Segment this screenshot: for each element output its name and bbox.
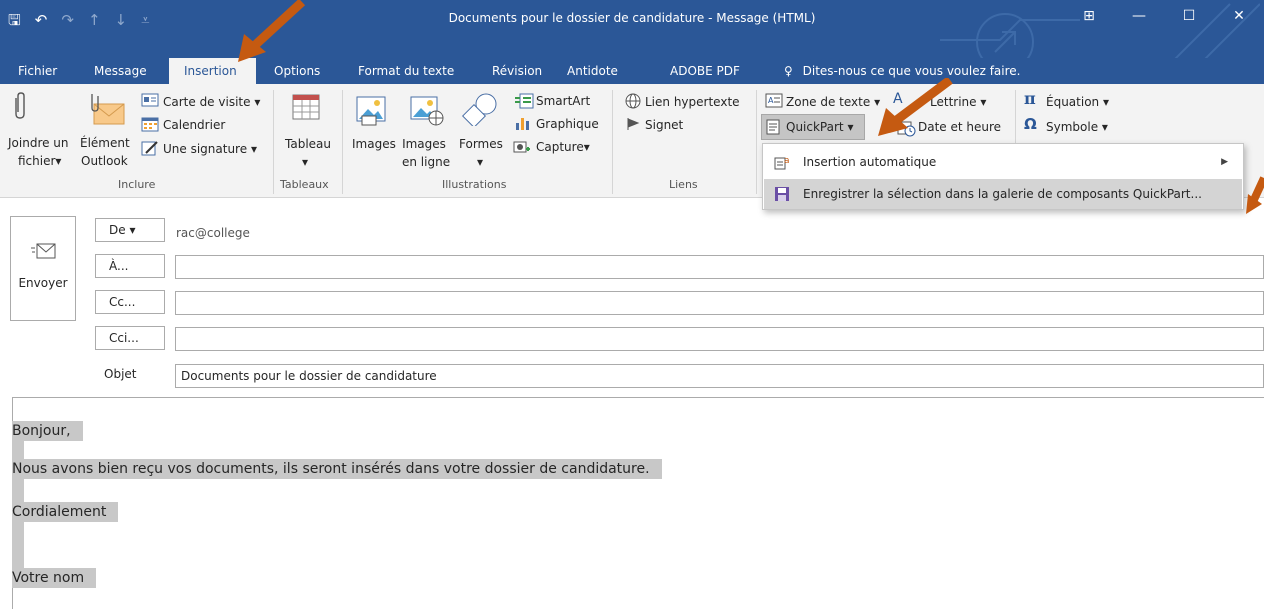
from-value: rac@college [176,226,250,240]
quickpart-button[interactable]: QuickPart ▾ [786,120,853,134]
body-line-greeting: Bonjour, [12,421,83,441]
autotext-icon: a [774,156,790,170]
save-selection-icon [775,187,789,201]
zone-de-texte-button[interactable]: Zone de texte ▾ [786,95,880,109]
chart-icon [516,118,529,130]
selection-gap [12,441,24,459]
send-icon [31,243,56,259]
subject-label: Objet [104,367,137,381]
element-outlook-label[interactable]: Élément [80,136,130,150]
tab-revision[interactable]: Révision [486,58,548,84]
group-separator [756,90,757,194]
element-outlook-label-2[interactable]: Outlook [81,154,128,168]
send-label: Envoyer [18,276,68,290]
annotation-arrow-icon [1246,176,1264,214]
formes-dropdown[interactable]: ▾ [477,155,483,169]
selection-gap [12,479,24,502]
group-separator [612,90,613,194]
symbol-icon: Ω [1024,115,1037,133]
carte-de-visite-button[interactable]: Carte de visite ▾ [163,95,260,109]
tableau-dropdown[interactable]: ▾ [302,155,308,169]
business-card-icon [141,93,159,107]
tab-antidote[interactable]: Antidote [561,58,624,84]
bcc-field[interactable] [175,327,1264,351]
online-images-icon [410,96,444,126]
signature-icon [141,141,158,156]
tab-message[interactable]: Message [88,58,153,84]
joindre-fichier-label[interactable]: Joindre un [8,136,69,150]
menu-item-label: Insertion automatique [803,155,937,169]
submenu-arrow-icon: ▶ [1221,157,1228,167]
group-separator [273,90,274,194]
minimize-button[interactable]: — [1114,0,1164,32]
tableau-button[interactable]: Tableau [285,137,331,151]
tell-me-text: Dites-nous ce que vous voulez faire. [802,64,1021,78]
equation-icon: π [1024,89,1036,108]
maximize-button[interactable]: ☐ [1164,0,1214,32]
annotation-arrow-icon [878,78,953,136]
svg-text:a: a [784,156,790,166]
message-body[interactable] [12,397,1264,609]
selection-gap [12,522,24,568]
shapes-icon [462,93,497,126]
bcc-button[interactable]: Cci... [95,326,165,350]
body-line-signature: Votre nom [12,568,97,588]
table-icon [292,94,320,120]
screenshot-icon [513,141,530,153]
images-en-ligne-button[interactable]: Images en ligne [402,137,450,169]
to-button[interactable]: À... [95,254,165,278]
outlook-message-window: 🖫 ↶ ↷ ↑ ↓ ⩡ Documents pour le dossier de… [0,0,1264,609]
cc-button[interactable]: Cc... [95,290,165,314]
lightbulb-icon: ♀ [784,64,793,78]
ribbon-display-options-icon[interactable]: ⊞ [1064,0,1114,32]
subject-field[interactable]: Documents pour le dossier de candidature [175,364,1264,388]
graphique-button[interactable]: Graphique [536,117,599,131]
calendrier-button[interactable]: Calendrier [163,118,225,132]
lien-hypertexte-button[interactable]: Lien hypertexte [645,95,740,109]
calendar-icon [141,117,159,132]
tab-format-du-texte[interactable]: Format du texte [352,58,460,84]
hyperlink-icon [625,93,641,109]
capture-button[interactable]: Capture▾ [536,140,590,154]
cc-field[interactable] [175,291,1264,315]
images-button[interactable]: Images [352,137,396,151]
from-button[interactable]: De ▾ [95,218,165,242]
send-button[interactable]: Envoyer [10,216,76,321]
text-box-icon: A [765,93,783,108]
quickpart-icon [766,119,780,135]
menu-item-label: Enregistrer la sélection dans la galerie… [803,187,1202,201]
close-button[interactable]: ✕ [1214,0,1264,32]
formes-button[interactable]: Formes [459,137,503,151]
symbole-button[interactable]: Symbole ▾ [1046,120,1108,134]
quickpart-menu: a Insertion automatique ▶ Enregistrer la… [762,143,1244,210]
equation-button[interactable]: Équation ▾ [1046,95,1109,109]
bookmark-icon [627,118,640,130]
window-controls: ⊞ — ☐ ✕ [1064,0,1264,32]
body-line-message: Nous avons bien reçu vos documents, ils … [12,459,662,479]
annotation-arrow-icon [238,0,306,62]
outlook-item-icon [91,94,125,125]
group-label-illustrations: Illustrations [442,178,507,191]
menu-item-enregistrer-selection[interactable]: Enregistrer la sélection dans la galerie… [764,179,1242,209]
paperclip-icon [15,92,25,119]
tab-fichier[interactable]: Fichier [12,58,63,84]
title-bar: 🖫 ↶ ↷ ↑ ↓ ⩡ Documents pour le dossier de… [0,0,1264,58]
group-label-tableaux: Tableaux [280,178,329,191]
to-field[interactable] [175,255,1264,279]
svg-text:A: A [768,96,774,105]
group-label-inclure: Inclure [118,178,156,191]
smartart-button[interactable]: SmartArt [536,94,590,108]
ribbon-tabs: Fichier Message Insertion Options Format… [0,58,1264,84]
menu-item-insertion-automatique[interactable]: a Insertion automatique ▶ [764,147,1242,177]
smartart-icon [515,93,534,109]
group-separator [342,90,343,194]
joindre-fichier-label-2[interactable]: fichier▾ [18,154,61,168]
une-signature-button[interactable]: Une signature ▾ [163,142,257,156]
signet-button[interactable]: Signet [645,118,683,132]
images-icon [356,96,386,126]
body-line-closing: Cordialement [12,502,119,522]
tab-adobe-pdf[interactable]: ADOBE PDF [664,58,746,84]
group-label-liens: Liens [669,178,698,191]
